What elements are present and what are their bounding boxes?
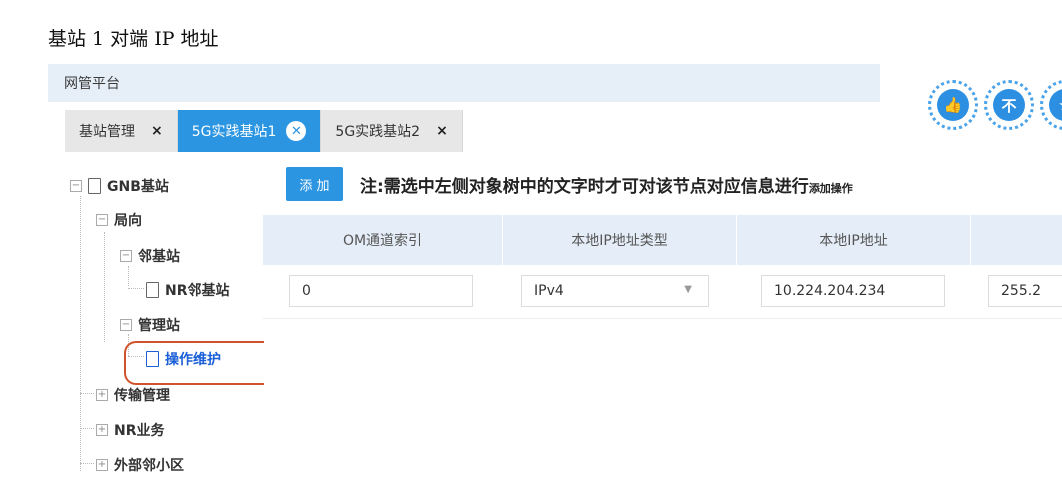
column-header-ip-type: 本地IP地址类型 <box>503 215 737 265</box>
app-title-bar: 网管平台 <box>48 64 880 102</box>
tree-node-external-neighbor-cell[interactable]: + 外部邻小区 <box>96 455 184 475</box>
chevron-down-icon: ▼ <box>684 284 692 295</box>
note-text: 注:需选中左侧对象树中的文字时才可对该节点对应信息进行 <box>360 177 809 197</box>
om-index-input[interactable]: 0 <box>289 275 473 307</box>
tree-line <box>80 428 94 429</box>
ip-type-select[interactable]: IPv4 ▼ <box>521 275 709 307</box>
expand-icon[interactable]: + <box>96 389 108 401</box>
tree-node-nr-neighbor[interactable]: NR邻基站 <box>146 280 230 300</box>
tab-label: 基站管理 <box>79 124 135 140</box>
mask-input[interactable]: 255.2 <box>988 275 1062 307</box>
collapse-icon[interactable]: − <box>120 319 132 331</box>
tree-node-nr-service[interactable]: + NR业务 <box>96 420 165 440</box>
tree-line <box>128 288 144 289</box>
ip-type-value: IPv4 <box>534 283 564 299</box>
close-icon[interactable]: ✕ <box>286 121 307 141</box>
tree-node-transport[interactable]: + 传输管理 <box>96 385 170 405</box>
tree-node-label[interactable]: 局向 <box>114 210 142 230</box>
column-header-ip-address: 本地IP地址 <box>737 215 971 265</box>
tree-node-gnb[interactable]: − GNB基站 <box>70 176 169 196</box>
tree-node-management-station[interactable]: − 管理站 <box>120 315 180 335</box>
tree-node-label[interactable]: 传输管理 <box>114 385 170 405</box>
table-header: OM通道索引 本地IP地址类型 本地IP地址 <box>263 215 1062 265</box>
collapse-icon[interactable]: − <box>120 250 132 262</box>
tree-node-label[interactable]: NR邻基站 <box>165 280 230 300</box>
tree-node-label[interactable]: 管理站 <box>138 315 180 335</box>
tree-node-label[interactable]: GNB基站 <box>107 176 169 196</box>
overlay-icons: 👍 不 ★ <box>928 80 1062 130</box>
collapse-icon[interactable]: − <box>70 180 82 192</box>
tab-5g-station-2[interactable]: 5G实践基站2 × <box>321 110 463 152</box>
tab-5g-station-1[interactable]: 5G实践基站1 ✕ <box>177 110 322 152</box>
tree-node-label[interactable]: 外部邻小区 <box>114 455 184 475</box>
tree-node-direction[interactable]: − 局向 <box>96 210 142 230</box>
dislike-icon[interactable]: 不 <box>984 80 1034 130</box>
column-header-next <box>971 215 1062 265</box>
close-icon[interactable]: × <box>151 123 163 139</box>
tree-line <box>80 463 94 464</box>
annotation-mark <box>124 341 264 385</box>
object-tree: − GNB基站 − 局向 − 邻基站 NR邻基站 − 管理站 操作维护 + 传输… <box>0 160 265 481</box>
tree-line <box>80 393 94 394</box>
tab-station-management[interactable]: 基站管理 × <box>65 110 178 152</box>
app-title: 网管平台 <box>64 76 120 92</box>
page-caption: 基站 1 对端 IP 地址 <box>48 28 219 50</box>
tree-line <box>104 232 105 342</box>
tab-label: 5G实践基站2 <box>335 124 421 140</box>
note-tail: 添加操作 <box>808 182 853 195</box>
add-button[interactable]: 添 加 <box>286 167 343 201</box>
tree-node-neighbor-station[interactable]: − 邻基站 <box>120 246 180 266</box>
tab-label: 5G实践基站1 <box>191 124 277 140</box>
expand-icon[interactable]: + <box>96 424 108 436</box>
thumbs-up-icon[interactable]: 👍 <box>928 80 978 130</box>
close-icon[interactable]: × <box>436 123 448 139</box>
tree-node-label[interactable]: 邻基站 <box>138 246 180 266</box>
tree-line <box>80 196 81 471</box>
collapse-icon[interactable]: − <box>96 214 108 226</box>
tab-bar: 基站管理 × 5G实践基站1 ✕ 5G实践基站2 × <box>65 110 463 152</box>
tree-line <box>128 266 129 286</box>
table-row: 0 IPv4 ▼ 10.224.204.234 255.2 <box>263 265 1062 319</box>
document-icon <box>88 178 101 194</box>
column-header-om-index: OM通道索引 <box>263 215 503 265</box>
favorite-icon[interactable]: ★ <box>1040 80 1062 130</box>
expand-icon[interactable]: + <box>96 459 108 471</box>
instruction-note: 注:需选中左侧对象树中的文字时才可对该节点对应信息进行添加操作 <box>360 172 853 197</box>
document-icon <box>146 282 159 298</box>
tree-node-label[interactable]: NR业务 <box>114 420 165 440</box>
ip-address-input[interactable]: 10.224.204.234 <box>761 275 945 307</box>
